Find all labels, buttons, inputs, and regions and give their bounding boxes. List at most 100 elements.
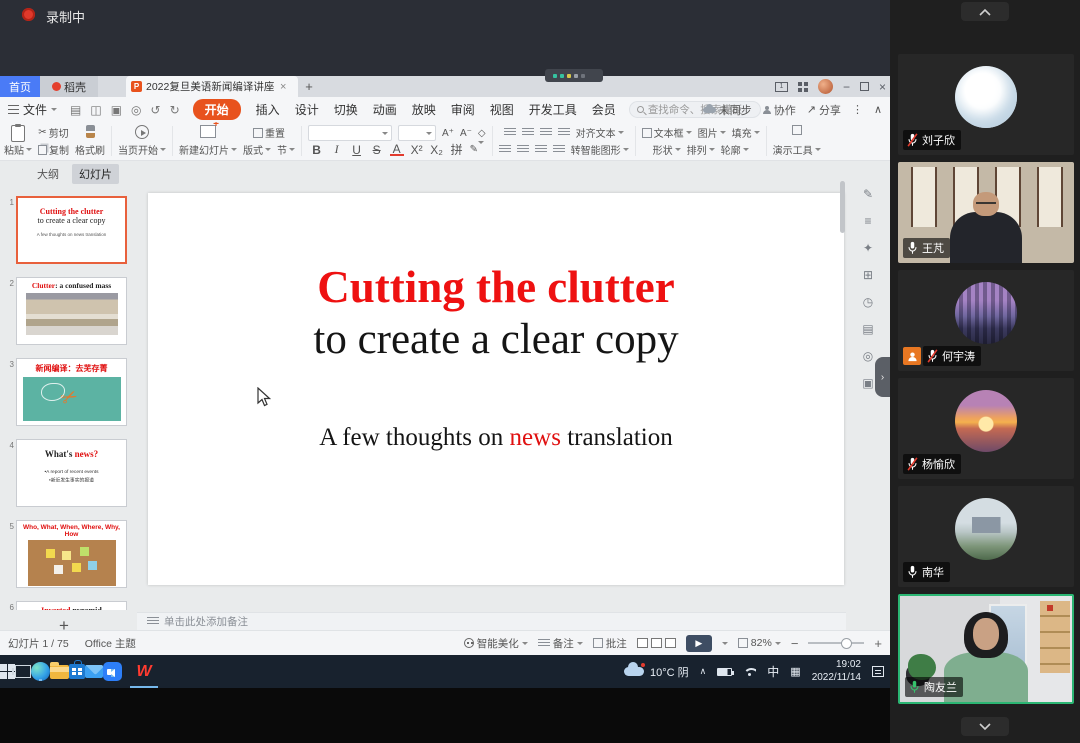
notes-bar[interactable]: 单击此处添加备注 [137,612,846,630]
zoom-in-button[interactable]: + [874,636,882,651]
touch-keyboard-icon[interactable]: ▦ [790,665,800,678]
bold-button[interactable]: B [310,143,324,157]
smart-graphic-button[interactable]: 转智能图形 [571,142,629,157]
highlight-button[interactable]: ✎ [470,144,484,155]
save-icon[interactable]: ▤ [70,103,81,117]
print-icon[interactable]: ▣ [111,103,122,117]
slide-thumbnail[interactable]: What's news? •A report of recent events … [16,439,127,507]
menu-item[interactable]: 开始 [193,99,241,120]
more-icon[interactable]: ⋮ [852,103,863,116]
menu-item[interactable]: 开发工具 [529,101,577,118]
tab-docer[interactable]: 稻壳 [40,76,98,97]
menu-item[interactable]: 视图 [490,101,514,118]
align-text-button[interactable]: 对齐文本 [576,125,624,140]
smart-beautify-button[interactable]: 智能美化 [464,636,528,651]
collaborate-button[interactable]: 协作 [763,102,796,118]
undo-icon[interactable]: ↺ [151,103,161,117]
shape-button[interactable]: 形状 [653,142,681,157]
copy-button[interactable]: 复制 [38,142,69,157]
collapse-up-button[interactable] [961,2,1009,21]
taskbar-app-icon[interactable] [31,662,50,681]
font-name-select[interactable] [308,125,392,141]
text-box-button[interactable]: 文本框 [642,125,692,140]
zoom-slider[interactable] [808,642,864,644]
fill-button[interactable]: 填充 [732,125,760,140]
account-avatar[interactable] [818,79,833,94]
tray-expand-icon[interactable]: ∧ [700,666,707,677]
side-tool-icon[interactable]: ✦ [860,241,876,255]
zoom-out-button[interactable]: − [791,636,799,651]
layout-button[interactable]: 版式 [243,142,271,157]
side-tool-icon[interactable]: ✎ [860,187,876,201]
superscript-button[interactable]: X² [410,143,424,157]
reading-view-icon[interactable] [665,638,676,648]
numbered-list-icon[interactable] [522,128,534,137]
indent-decrease-icon[interactable] [540,128,552,137]
picture-button[interactable]: 图片 [698,125,726,140]
paste-button[interactable]: 粘贴 [4,124,32,158]
section-button[interactable]: 节 [277,142,295,157]
underline-button[interactable]: U [350,143,364,157]
taskbar-app-icon[interactable]: W [122,655,166,688]
export-icon[interactable]: ◫ [90,103,101,117]
side-tool-icon[interactable]: ◎ [860,349,876,363]
justify-icon[interactable] [553,145,565,154]
participant-tile[interactable]: 南华 [898,486,1074,587]
menu-item[interactable]: 放映 [412,101,436,118]
tab-close-icon[interactable]: × [280,81,286,93]
menu-item[interactable]: 切换 [334,101,358,118]
slideshow-button[interactable]: ▶ [686,635,712,652]
cut-button[interactable]: ✂剪切 [38,125,68,140]
share-button[interactable]: ↗分享 [807,102,841,118]
slide-thumbnail[interactable]: Clutter: a confused mass [16,277,127,345]
indent-increase-icon[interactable] [558,128,570,137]
present-tools-button[interactable]: 演示工具 [773,124,821,158]
increase-font-button[interactable]: A⁺ [442,128,454,139]
notes-toggle-button[interactable]: 备注 [538,636,583,651]
zoom-level[interactable]: 82% [738,637,781,649]
tab-home[interactable]: 首页 [0,76,40,97]
decrease-font-button[interactable]: A⁻ [460,128,472,139]
recording-toolbar-collapsed[interactable] [545,69,603,82]
strikethrough-button[interactable]: S [370,143,384,157]
side-tool-icon[interactable]: ≡ [860,214,876,228]
wifi-icon[interactable] [743,667,756,676]
menu-item[interactable]: 插入 [256,101,280,118]
font-color-button[interactable]: A [390,144,404,156]
bullet-list-icon[interactable] [504,128,516,137]
normal-view-icon[interactable] [637,638,648,648]
minimize-button[interactable]: − [843,80,850,94]
sync-status[interactable]: 未同步 [703,102,752,118]
slide-thumbnail[interactable]: Inverted pyramid [16,601,127,610]
arrange-button[interactable]: 排列 [687,142,715,157]
participant-tile[interactable]: 王芃 [898,162,1074,263]
side-tool-icon[interactable]: ▣ [860,376,876,390]
tab-grid-icon[interactable] [798,82,808,92]
weather-widget[interactable]: 10°C 阴 [624,664,689,680]
pinyin-button[interactable]: 拼 [450,141,464,158]
side-tool-icon[interactable]: ▤ [860,322,876,336]
file-menu[interactable]: 文件 [8,101,57,118]
participant-tile[interactable]: 何宇涛 [898,270,1074,371]
participant-tile[interactable]: 陶友兰 [898,594,1074,704]
font-size-select[interactable] [398,125,436,141]
theme-name[interactable]: Office 主题 [85,636,136,651]
collapse-ribbon-icon[interactable]: ∧ [874,103,882,116]
vertical-scrollbar[interactable] [840,175,845,595]
taskbar-app-icon[interactable] [103,662,122,681]
menu-item[interactable]: 设计 [295,101,319,118]
battery-icon[interactable] [717,668,732,676]
slide-thumbnail[interactable]: Who, What, When, Where, Why, How [16,520,127,588]
collapse-down-button[interactable] [961,717,1009,736]
action-center-icon[interactable] [872,666,884,677]
slide-thumbnail[interactable]: 新闻编译：去芜存菁 [16,358,127,426]
outline-button[interactable]: 轮廓 [721,142,749,157]
sorter-view-icon[interactable] [651,638,662,648]
ime-indicator[interactable]: 中 [767,663,779,680]
redo-icon[interactable]: ↻ [170,103,180,117]
align-center-icon[interactable] [517,145,529,154]
align-right-icon[interactable] [535,145,547,154]
new-slide-button[interactable]: 新建幻灯片 [179,124,237,158]
fit-window-icon[interactable] [738,638,748,648]
close-button[interactable]: × [879,80,886,94]
